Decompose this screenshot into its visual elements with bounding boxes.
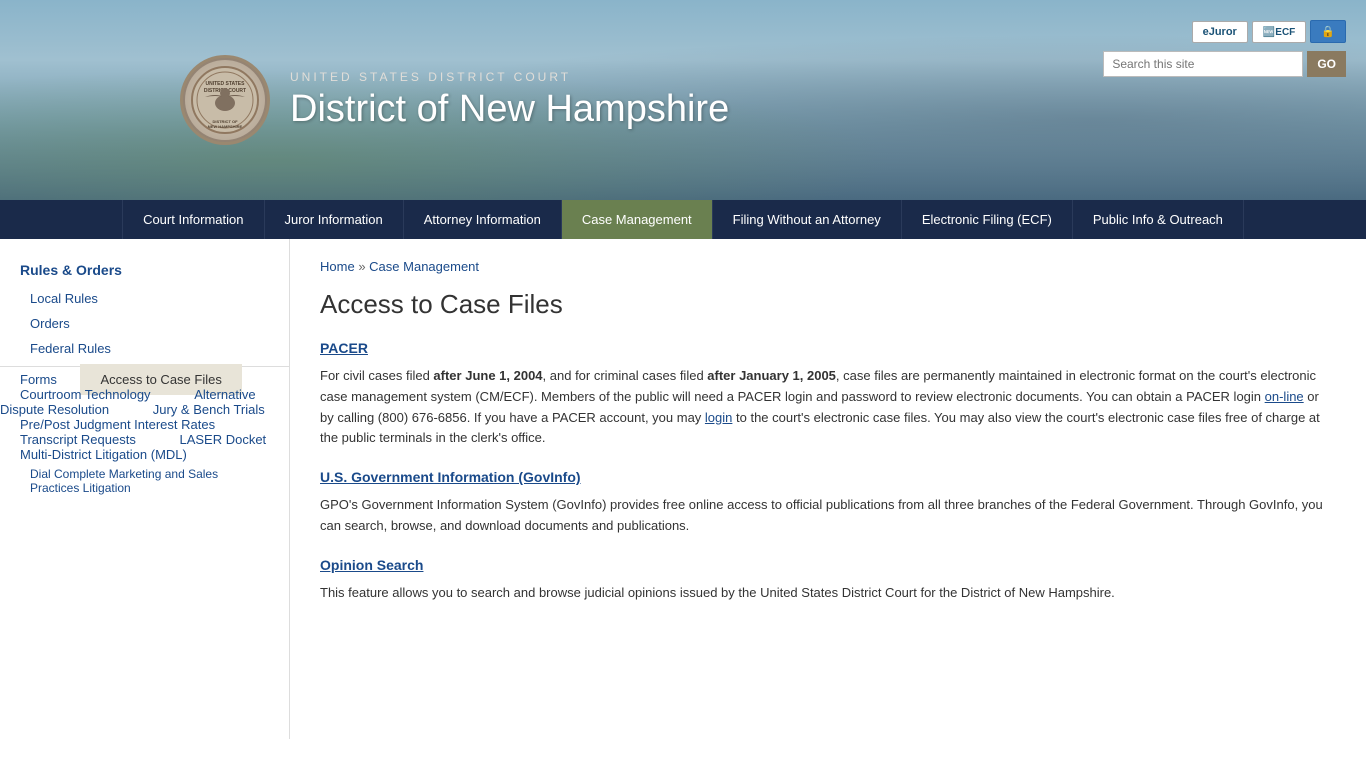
nav-case-management[interactable]: Case Management — [562, 200, 713, 239]
sidebar-federal-rules[interactable]: Federal Rules — [0, 336, 289, 361]
sidebar: Rules & Orders Local Rules Orders Federa… — [0, 239, 290, 739]
seal-inner: UNITED STATES DISTRICT COURT DISTRICT OF… — [185, 60, 265, 140]
sidebar-mdl[interactable]: Multi-District Litigation (MDL) — [0, 439, 207, 470]
svg-text:NEW HAMPSHIRE: NEW HAMPSHIRE — [208, 124, 243, 129]
court-main-title: District of New Hampshire — [290, 88, 729, 131]
search-button[interactable]: GO — [1307, 51, 1346, 77]
pacer-link[interactable]: PACER — [320, 340, 368, 356]
breadcrumb-sep: » — [358, 259, 365, 274]
sidebar-dial-complete[interactable]: Dial Complete Marketing and Sales Practi… — [0, 462, 289, 500]
court-title: UNITED STATES DISTRICT COURT District of… — [290, 70, 729, 131]
svg-text:UNITED STATES: UNITED STATES — [206, 81, 246, 87]
court-seal: UNITED STATES DISTRICT COURT DISTRICT OF… — [180, 55, 270, 145]
main-container: Rules & Orders Local Rules Orders Federa… — [0, 239, 1366, 739]
pacer-section: PACER For civil cases filed after June 1… — [320, 340, 1336, 449]
pacer-text: For civil cases filed after June 1, 2004… — [320, 366, 1336, 449]
main-nav: Court Information Juror Information Atto… — [0, 200, 1366, 239]
nav-filing-without[interactable]: Filing Without an Attorney — [713, 200, 902, 239]
pacer-login-link[interactable]: login — [705, 410, 732, 425]
header-right: eJuror 🆕ECF 🔒 GO — [1103, 20, 1346, 77]
opinion-text: This feature allows you to search and br… — [320, 583, 1336, 604]
pacer-badge[interactable]: 🔒 — [1310, 20, 1346, 43]
opinion-section: Opinion Search This feature allows you t… — [320, 557, 1336, 604]
govinfo-section: U.S. Government Information (GovInfo) GP… — [320, 469, 1336, 537]
nav-ecf[interactable]: Electronic Filing (ECF) — [902, 200, 1073, 239]
ejuror-badge[interactable]: eJuror — [1192, 21, 1248, 43]
nav-public-info[interactable]: Public Info & Outreach — [1073, 200, 1244, 239]
page-title: Access to Case Files — [320, 289, 1336, 320]
breadcrumb-current[interactable]: Case Management — [369, 259, 479, 274]
sidebar-orders[interactable]: Orders — [0, 311, 289, 336]
search-bar: GO — [1103, 51, 1346, 77]
search-input[interactable] — [1103, 51, 1303, 77]
court-subtitle: UNITED STATES DISTRICT COURT — [290, 70, 729, 84]
nav-juror-info[interactable]: Juror Information — [265, 200, 404, 239]
opinion-link[interactable]: Opinion Search — [320, 557, 423, 573]
govinfo-text: GPO's Government Information System (Gov… — [320, 495, 1336, 537]
nav-court-info[interactable]: Court Information — [122, 200, 264, 239]
sidebar-local-rules[interactable]: Local Rules — [0, 286, 289, 311]
content-area: Home » Case Management Access to Case Fi… — [290, 239, 1366, 739]
nav-attorney-info[interactable]: Attorney Information — [404, 200, 562, 239]
breadcrumb: Home » Case Management — [320, 259, 1336, 274]
header: UNITED STATES DISTRICT COURT DISTRICT OF… — [0, 0, 1366, 200]
sidebar-rules-orders[interactable]: Rules & Orders — [0, 254, 289, 286]
pacer-online-link[interactable]: on-line — [1265, 389, 1304, 404]
govinfo-link[interactable]: U.S. Government Information (GovInfo) — [320, 469, 581, 485]
header-badges: eJuror 🆕ECF 🔒 — [1192, 20, 1346, 43]
ecf-badge[interactable]: 🆕ECF — [1252, 21, 1306, 43]
breadcrumb-home[interactable]: Home — [320, 259, 355, 274]
